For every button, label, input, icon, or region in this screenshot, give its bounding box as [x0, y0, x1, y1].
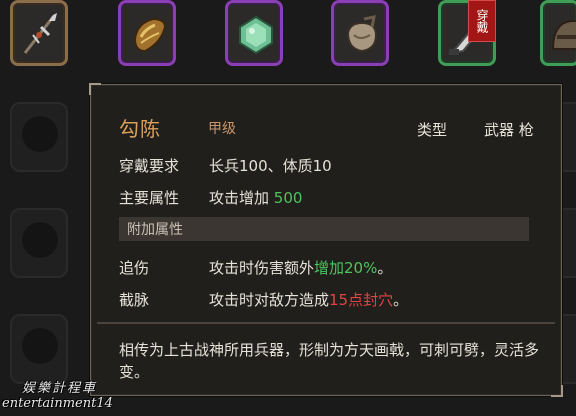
empty-slot[interactable] — [10, 102, 68, 172]
inventory-slot-spear[interactable] — [10, 0, 68, 66]
helmet-icon — [551, 20, 576, 50]
extra-attribute-highlight: 增加20% — [314, 259, 378, 277]
extra-attribute-text: 攻击时对敌方造成 — [209, 291, 330, 309]
inventory-slot-armor[interactable] — [118, 0, 176, 66]
requirement-label: 穿戴要求 — [119, 157, 180, 175]
inventory-slot-bag[interactable] — [331, 0, 389, 66]
empty-slot[interactable] — [10, 208, 68, 278]
item-description: 相传为上古战神所用兵器，形制为方天画戟，可刺可劈，灵活多变。 — [119, 341, 540, 381]
empty-slot[interactable] — [10, 314, 68, 384]
watermark-line-1: 娱樂計程車 — [22, 381, 98, 396]
extra-attribute-highlight: 15点封穴 — [329, 291, 394, 309]
extra-attribute-name: 追伤 — [119, 259, 150, 277]
item-tooltip: 勾陈 甲级 类型 武器 枪 穿戴要求 长兵100、体质10 主要属性 攻击增加 … — [89, 83, 563, 397]
watermark-line-2: entertainment14 — [2, 396, 113, 411]
extra-attribute-text: 攻击时伤害额外 — [209, 259, 315, 277]
item-type-value: 武器 枪 — [484, 121, 534, 139]
extra-attribute-suffix: 。 — [377, 259, 393, 277]
tooltip-corner — [89, 83, 101, 95]
equipped-badge: 穿戴 — [468, 0, 496, 42]
bag-icon — [346, 15, 378, 53]
inventory-slot-helmet[interactable] — [540, 0, 576, 66]
item-type-label: 类型 — [417, 121, 448, 139]
equipped-badge-label: 穿戴 — [475, 9, 489, 33]
extra-attribute-suffix: 。 — [393, 291, 409, 309]
main-attribute-label: 主要属性 — [119, 189, 180, 207]
item-grade: 甲级 — [208, 121, 236, 137]
extra-attribute-value: 攻击时对敌方造成15点封穴。 — [209, 289, 408, 310]
main-attribute-text: 攻击增加 — [209, 189, 270, 207]
tooltip-corner — [551, 385, 563, 397]
extra-attributes-header: 附加属性 — [119, 217, 529, 241]
extra-attribute-name: 截脉 — [119, 291, 150, 309]
requirement-value: 长兵100、体质10 — [209, 157, 332, 175]
armor-icon — [133, 17, 167, 53]
extra-attributes-title: 附加属性 — [127, 222, 183, 238]
spear-icon — [23, 13, 57, 54]
jade-icon — [239, 15, 273, 55]
main-attribute-value: 攻击增加 500 — [209, 187, 302, 208]
watermark: 娱樂計程車 entertainment14 — [2, 377, 113, 411]
inventory-slot-saber[interactable]: 穿戴 — [438, 0, 496, 66]
extra-attribute-value: 攻击时伤害额外增加20%。 — [209, 257, 392, 278]
main-attribute-number: 500 — [273, 189, 303, 207]
inventory-slot-jade[interactable] — [225, 0, 283, 66]
item-name: 勾陈 — [119, 117, 161, 141]
divider — [97, 322, 555, 324]
